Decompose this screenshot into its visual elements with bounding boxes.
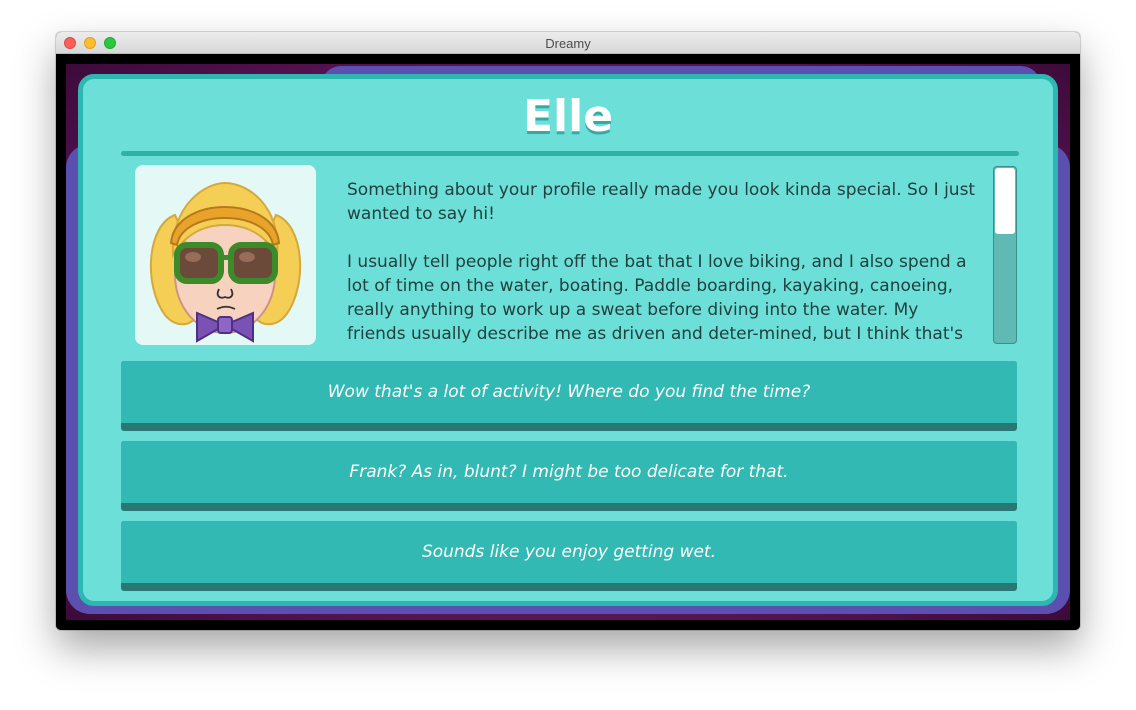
choice-button-1-label: Wow that's a lot of activity! Where do y… — [121, 361, 1017, 423]
choice-button-3[interactable]: Sounds like you enjoy getting wet. — [121, 521, 1017, 591]
avatar-card — [135, 165, 316, 345]
bio-paragraph-2: I usually tell people right off the bat … — [347, 252, 967, 344]
choice-button-2-label: Frank? As in, blunt? I might be too deli… — [121, 441, 1017, 503]
choice-button-3-label: Sounds like you enjoy getting wet. — [121, 521, 1017, 583]
profile-bio: Something about your profile really made… — [347, 178, 977, 346]
profile-name: Elle — [522, 91, 614, 142]
profile-panel: Elle Something about your profile really… — [78, 74, 1058, 606]
game-scene: Elle Something about your profile really… — [66, 64, 1070, 620]
title-divider — [121, 151, 1019, 156]
choice-button-2[interactable]: Frank? As in, blunt? I might be too deli… — [121, 441, 1017, 511]
elle-avatar-icon — [149, 181, 302, 343]
bio-scrollbar-thumb[interactable] — [995, 168, 1015, 234]
choice-button-1[interactable]: Wow that's a lot of activity! Where do y… — [121, 361, 1017, 431]
bio-paragraph-1: Something about your profile really made… — [347, 180, 976, 224]
app-window: Dreamy Elle Something about your profile… — [56, 32, 1080, 630]
window-title: Dreamy — [545, 36, 591, 51]
game-content: Elle Something about your profile really… — [56, 54, 1080, 630]
title-bar[interactable]: Dreamy — [56, 32, 1080, 54]
bio-scrollbar[interactable] — [993, 166, 1017, 344]
